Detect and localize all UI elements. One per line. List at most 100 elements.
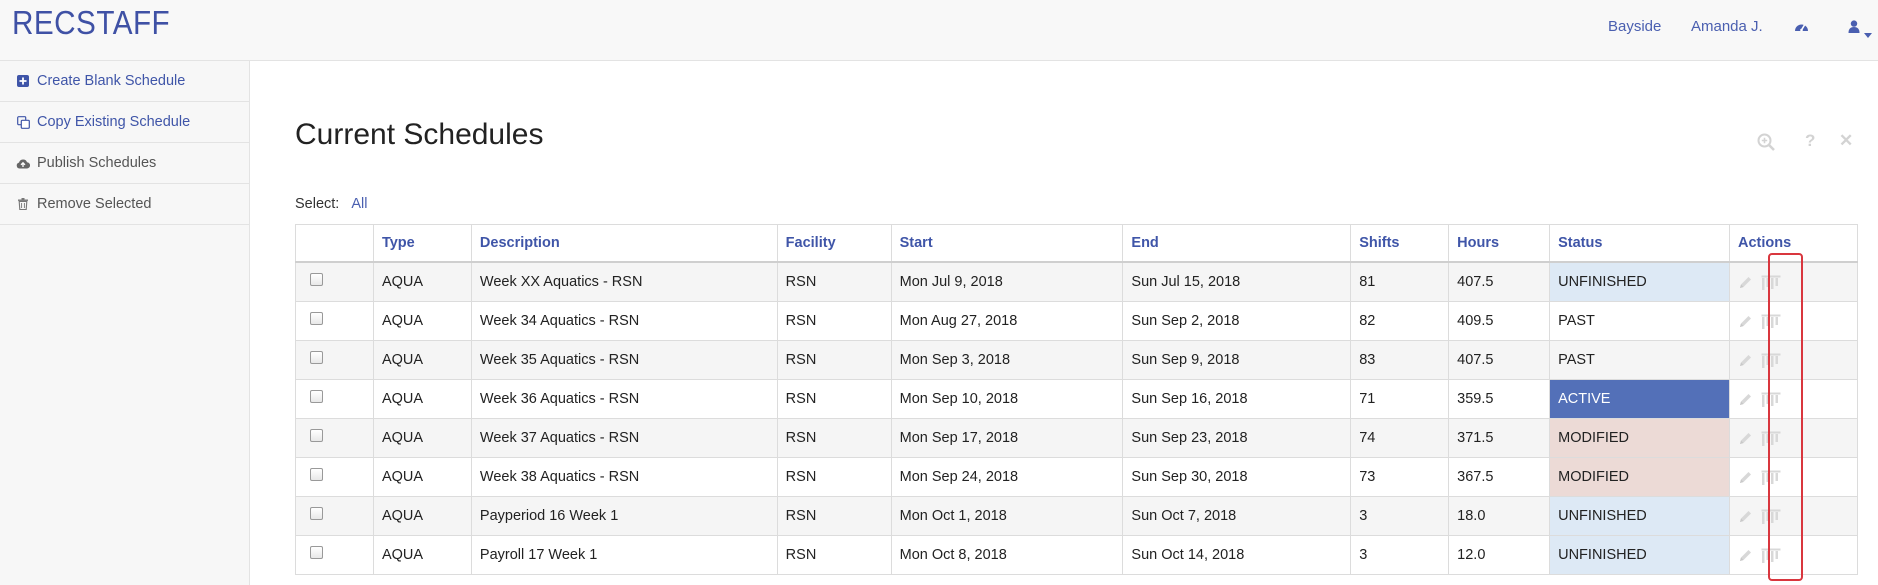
- edit-pencil-icon[interactable]: [1738, 431, 1753, 446]
- facility-cell: RSN: [776, 535, 892, 575]
- sidebar-item-create-blank-schedule[interactable]: Create Blank Schedule: [0, 61, 249, 102]
- status-cell: UNFINISHED: [1549, 496, 1731, 536]
- column-header-hours[interactable]: Hours: [1448, 224, 1551, 263]
- select-cell: [295, 340, 374, 380]
- location-link[interactable]: Bayside: [1608, 18, 1661, 35]
- select-all-link[interactable]: All: [351, 196, 367, 212]
- edit-pencil-icon[interactable]: [1738, 392, 1753, 407]
- end-cell: Sun Oct 7, 2018: [1122, 496, 1352, 536]
- row-checkbox[interactable]: [310, 429, 323, 442]
- select-cell: [295, 261, 374, 302]
- schedule-chart-icon[interactable]: [1761, 314, 1781, 329]
- edit-pencil-icon[interactable]: [1738, 470, 1753, 485]
- end-cell: Sun Sep 9, 2018: [1122, 340, 1352, 380]
- page-title: Current Schedules: [295, 118, 544, 151]
- hours-cell: 359.5: [1448, 379, 1551, 419]
- sidebar-item-label: Remove Selected: [37, 196, 152, 212]
- start-cell: Mon Sep 17, 2018: [890, 418, 1124, 458]
- facility-cell: RSN: [776, 457, 892, 497]
- actions-cell: [1729, 340, 1858, 380]
- start-cell: Mon Sep 3, 2018: [890, 340, 1124, 380]
- hours-cell: 371.5: [1448, 418, 1551, 458]
- row-checkbox[interactable]: [310, 273, 323, 286]
- schedule-chart-icon[interactable]: [1761, 353, 1781, 368]
- hours-cell: 407.5: [1448, 340, 1551, 380]
- schedule-chart-icon[interactable]: [1761, 431, 1781, 446]
- column-header-shifts[interactable]: Shifts: [1350, 224, 1450, 263]
- hours-cell: 409.5: [1448, 301, 1551, 341]
- status-cell: UNFINISHED: [1549, 535, 1731, 575]
- close-icon[interactable]: ✕: [1839, 131, 1853, 151]
- zoom-icon[interactable]: [1757, 133, 1775, 156]
- sidebar-item-remove-selected[interactable]: Remove Selected: [0, 184, 249, 225]
- hours-cell: 367.5: [1448, 457, 1551, 497]
- actions-cell: [1729, 457, 1858, 497]
- edit-pencil-icon[interactable]: [1738, 509, 1753, 524]
- row-checkbox[interactable]: [310, 507, 323, 520]
- status-cell: PAST: [1549, 340, 1731, 380]
- description-cell: Payroll 17 Week 1: [470, 535, 778, 575]
- column-header-description[interactable]: Description: [470, 224, 778, 263]
- type-cell: AQUA: [372, 340, 472, 380]
- column-header-facility[interactable]: Facility: [776, 224, 892, 263]
- shifts-cell: 3: [1350, 535, 1450, 575]
- status-cell: MODIFIED: [1549, 418, 1731, 458]
- description-cell: Week 35 Aquatics - RSN: [470, 340, 778, 380]
- sidebar-item-copy-existing-schedule[interactable]: Copy Existing Schedule: [0, 102, 249, 143]
- copy-icon: [16, 115, 30, 129]
- start-cell: Mon Oct 8, 2018: [890, 535, 1124, 575]
- select-label: Select:: [295, 196, 340, 212]
- schedule-chart-icon[interactable]: [1761, 548, 1781, 563]
- column-header-start[interactable]: Start: [890, 224, 1124, 263]
- schedule-chart-icon[interactable]: [1761, 509, 1781, 524]
- row-checkbox[interactable]: [310, 546, 323, 559]
- actions-cell: [1729, 496, 1858, 536]
- status-cell: PAST: [1549, 301, 1731, 341]
- end-cell: Sun Sep 23, 2018: [1122, 418, 1352, 458]
- facility-cell: RSN: [776, 379, 892, 419]
- edit-pencil-icon[interactable]: [1738, 275, 1753, 290]
- description-cell: Week 34 Aquatics - RSN: [470, 301, 778, 341]
- schedule-chart-icon[interactable]: [1761, 392, 1781, 407]
- column-header-status[interactable]: Status: [1549, 224, 1731, 263]
- edit-pencil-icon[interactable]: [1738, 548, 1753, 563]
- user-icon[interactable]: [1848, 20, 1860, 38]
- column-header-actions: Actions: [1729, 224, 1858, 263]
- row-checkbox[interactable]: [310, 468, 323, 481]
- edit-pencil-icon[interactable]: [1738, 314, 1753, 329]
- facility-cell: RSN: [776, 340, 892, 380]
- caret-down-icon[interactable]: [1864, 25, 1872, 43]
- description-cell: Payperiod 16 Week 1: [470, 496, 778, 536]
- column-header-end[interactable]: End: [1122, 224, 1352, 263]
- row-checkbox[interactable]: [310, 312, 323, 325]
- select-cell: [295, 379, 374, 419]
- brand-logo[interactable]: RECSTAFF: [12, 4, 170, 42]
- table-row: AQUA Week 35 Aquatics - RSN RSN Mon Sep 3, …: [295, 340, 1858, 380]
- actions-cell: [1729, 261, 1858, 302]
- end-cell: Sun Sep 16, 2018: [1122, 379, 1352, 419]
- user-name-link[interactable]: Amanda J.: [1691, 18, 1763, 35]
- sidebar-item-label: Create Blank Schedule: [37, 73, 186, 89]
- table-row: AQUA Week XX Aquatics - RSN RSN Mon Jul 9, …: [295, 261, 1858, 302]
- select-cell: [295, 457, 374, 497]
- type-cell: AQUA: [372, 261, 472, 302]
- sidebar-item-label: Publish Schedules: [37, 155, 157, 171]
- column-header-select: [295, 224, 374, 263]
- table-row: AQUA Week 36 Aquatics - RSN RSN Mon Sep 10,…: [295, 379, 1858, 419]
- plus-square-icon: [16, 74, 30, 88]
- table-row: AQUA Payperiod 16 Week 1 RSN Mon Oct 1, 201…: [295, 496, 1858, 536]
- schedule-chart-icon[interactable]: [1761, 470, 1781, 485]
- column-header-type[interactable]: Type: [372, 224, 472, 263]
- row-checkbox[interactable]: [310, 390, 323, 403]
- schedule-chart-icon[interactable]: [1761, 275, 1781, 290]
- row-checkbox[interactable]: [310, 351, 323, 364]
- help-icon[interactable]: ?: [1805, 131, 1815, 151]
- shifts-cell: 82: [1350, 301, 1450, 341]
- edit-pencil-icon[interactable]: [1738, 353, 1753, 368]
- type-cell: AQUA: [372, 301, 472, 341]
- sidebar-item-publish-schedules[interactable]: Publish Schedules: [0, 143, 249, 184]
- end-cell: Sun Jul 15, 2018: [1122, 261, 1352, 302]
- select-line: Select: All: [295, 196, 368, 212]
- main-content: Current Schedules ? ✕ Select: All Type D…: [250, 61, 1878, 585]
- dashboard-icon[interactable]: [1794, 20, 1809, 39]
